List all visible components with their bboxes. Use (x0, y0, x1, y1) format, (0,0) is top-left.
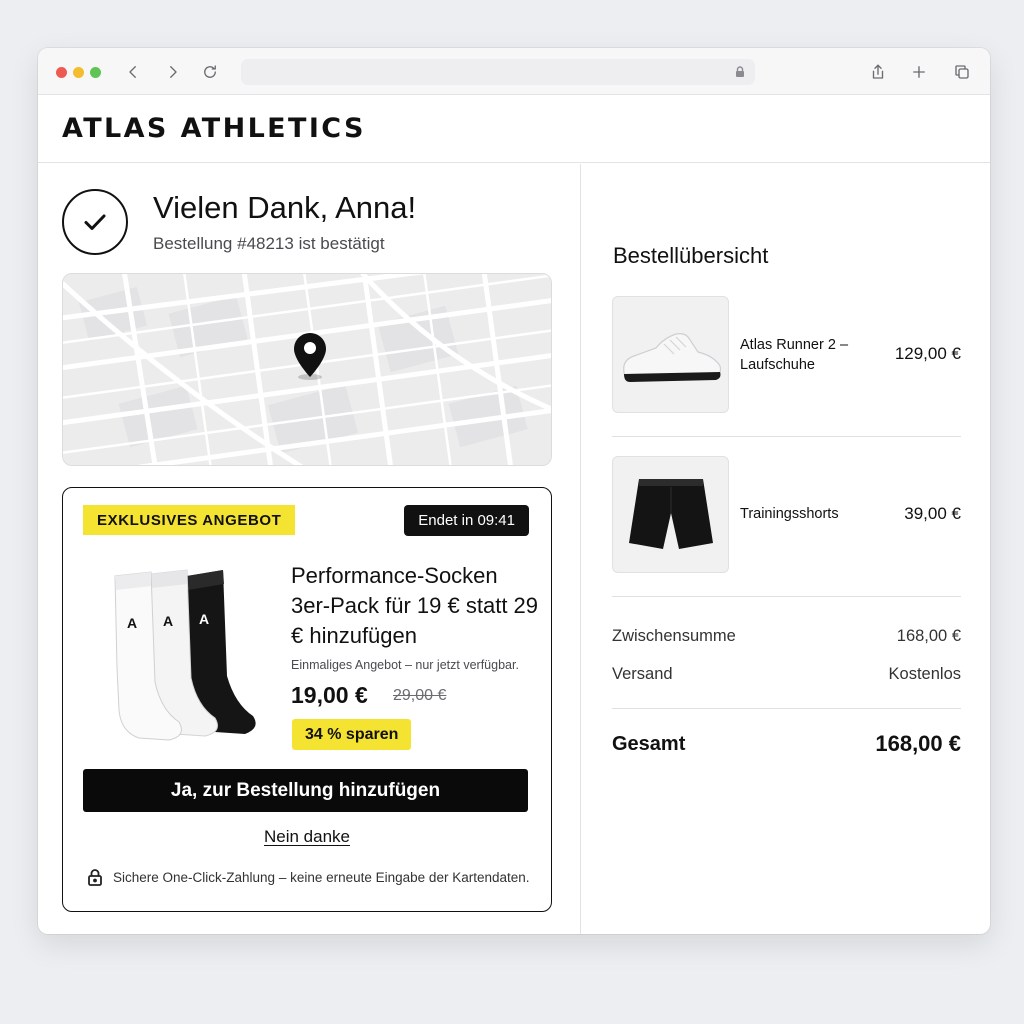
back-icon[interactable] (121, 60, 145, 84)
minimize-window-button[interactable] (73, 67, 84, 78)
savings-badge: 34 % sparen (292, 719, 412, 750)
reload-icon[interactable] (198, 60, 222, 84)
padlock-icon (88, 869, 102, 886)
order-summary-title: Bestellübersicht (613, 243, 769, 268)
shipping-value: Kostenlos (888, 665, 961, 683)
summary-divider (612, 436, 961, 437)
summary-divider (612, 708, 961, 709)
sock-logo-middle: A (163, 613, 173, 629)
confirmation-panel: Vielen Dank, Anna! Bestellung #48213 ist… (38, 164, 580, 934)
site-header: ATLAS ATHLETICS (38, 95, 990, 163)
order-confirmation-text: Bestellung #48213 ist bestätigt (153, 234, 385, 253)
subtotal-value: 168,00 € (896, 627, 961, 645)
check-icon (62, 189, 128, 255)
running-shoe-image (622, 332, 721, 382)
close-window-button[interactable] (56, 67, 67, 78)
thank-you-heading: Vielen Dank, Anna! (153, 190, 417, 225)
total-label: Gesamt (612, 733, 686, 755)
add-to-order-button[interactable]: Ja, zur Bestellung hinzufügen (83, 769, 528, 812)
delivery-map[interactable] (62, 273, 552, 466)
offer-title: Performance-Socken 3er-Pack für 19 € sta… (291, 563, 539, 648)
tabs-icon[interactable] (950, 60, 974, 84)
exclusive-offer-badge: EXKLUSIVES ANGEBOT (83, 505, 296, 535)
summary-divider (612, 596, 961, 597)
subtotal-label: Zwischensumme (612, 627, 736, 645)
shorts-image (628, 478, 713, 549)
order-item-price: 129,00 € (894, 344, 961, 363)
sock-logo-back: A (199, 611, 209, 627)
shipping-label: Versand (612, 665, 673, 683)
total-value: 168,00 € (875, 731, 961, 756)
address-bar[interactable] (241, 59, 755, 85)
order-item-name: Trainingsshorts (740, 506, 839, 522)
secure-payment-text: Sichere One-Click-Zahlung – keine erneut… (113, 869, 530, 885)
shorts-thumbnail[interactable] (612, 456, 729, 573)
maximize-window-button[interactable] (90, 67, 101, 78)
location-pin-icon (294, 333, 326, 380)
offer-note: Einmaliges Angebot – nur jetzt verfügbar… (291, 658, 519, 672)
decline-link[interactable]: Nein danke (264, 827, 350, 846)
socks-product-image: A A A (114, 569, 256, 741)
running-shoe-thumbnail[interactable] (612, 296, 729, 413)
order-summary-panel: Bestellübersicht Atlas Runner 2 – Laufsc… (581, 164, 990, 934)
order-item-price: 39,00 € (904, 504, 961, 523)
browser-window: ATLAS ATHLETICS Vielen Dank, Anna! Beste… (38, 48, 990, 934)
sock-logo-front: A (127, 615, 137, 631)
brand-logo[interactable]: ATLAS ATHLETICS (62, 113, 366, 144)
upsell-offer-card: EXKLUSIVES ANGEBOT Endet in 09:41 A A A … (62, 487, 552, 912)
offer-price: 19,00 € (291, 682, 368, 708)
order-item-name: Atlas Runner 2 – Laufschuhe (740, 337, 849, 373)
secure-payment-note: Sichere One-Click-Zahlung – keine erneut… (85, 867, 530, 887)
lock-icon (733, 65, 747, 79)
new-tab-icon[interactable] (907, 60, 931, 84)
browser-toolbar (38, 48, 990, 95)
forward-icon[interactable] (161, 60, 185, 84)
offer-original-price: 29,00 € (393, 687, 447, 704)
share-icon[interactable] (866, 60, 890, 84)
countdown-timer: Endet in 09:41 (404, 505, 529, 536)
decline-row: Nein danke (63, 827, 551, 847)
